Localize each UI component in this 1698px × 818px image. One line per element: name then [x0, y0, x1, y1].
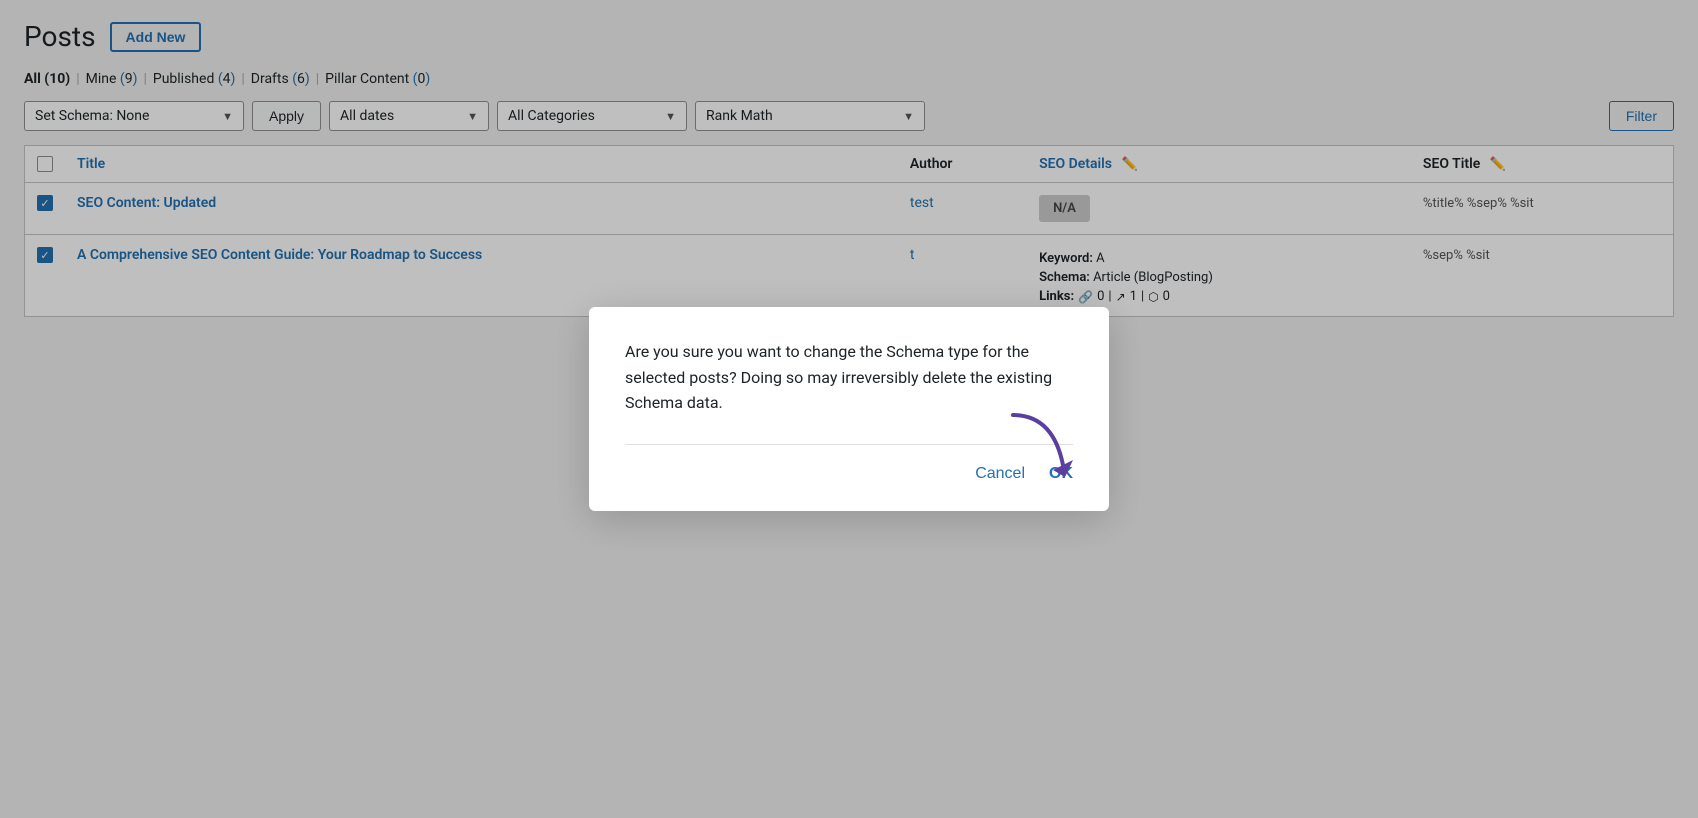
page-wrapper: Posts Add New All (10) | Mine (9) | Publ… — [0, 0, 1698, 818]
dialog-actions: Cancel OK — [625, 465, 1073, 483]
dialog-overlay: Are you sure you want to change the Sche… — [0, 0, 1698, 818]
confirmation-dialog: Are you sure you want to change the Sche… — [589, 307, 1109, 511]
arrow-icon — [1003, 405, 1083, 485]
